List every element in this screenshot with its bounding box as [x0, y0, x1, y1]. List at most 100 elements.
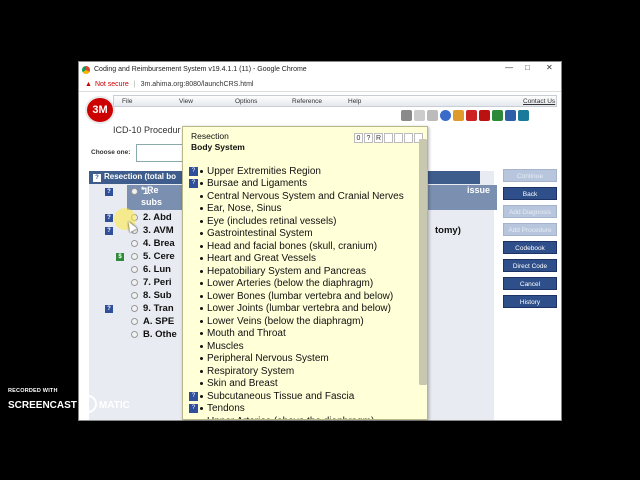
- url-text[interactable]: 3m.ahima.org:8080/launchCRS.html: [141, 81, 254, 88]
- choose-input[interactable]: [136, 144, 184, 162]
- option-row[interactable]: ? 9. Tran: [105, 302, 174, 315]
- radio-button[interactable]: [131, 188, 138, 195]
- body-system-label: Central Nervous System and Cranial Nerve…: [207, 190, 404, 202]
- menu-reference[interactable]: Reference: [292, 98, 322, 105]
- note-icon[interactable]: [453, 110, 464, 121]
- body-system-item[interactable]: ? Tendons: [189, 403, 423, 416]
- body-system-item[interactable]: Heart and Great Vessels: [189, 253, 423, 266]
- help-icon[interactable]: ?: [105, 304, 113, 313]
- radio-button[interactable]: [131, 279, 138, 286]
- user-icon[interactable]: [427, 110, 438, 121]
- action-buttons: Continue Back Add Diagnosis Add Procedur…: [503, 169, 559, 313]
- body-system-item[interactable]: Central Nervous System and Cranial Nerve…: [189, 190, 423, 203]
- menu-help[interactable]: Help: [348, 98, 361, 105]
- help-icon[interactable]: ?: [189, 404, 198, 414]
- restore-button[interactable]: □: [525, 63, 530, 72]
- minimize-button[interactable]: —: [505, 63, 513, 72]
- option-row[interactable]: ? 1.: [105, 185, 151, 198]
- tool-icon[interactable]: [414, 110, 425, 121]
- body-system-item[interactable]: Ear, Nose, Sinus: [189, 203, 423, 216]
- body-system-item[interactable]: Muscles: [189, 340, 423, 353]
- menu-view[interactable]: View: [179, 98, 193, 105]
- option-row[interactable]: $ 5. Cere: [105, 250, 175, 263]
- body-system-label: Muscles: [207, 340, 244, 352]
- blank-button[interactable]: [404, 133, 413, 143]
- help-icon[interactable]: ?: [105, 187, 113, 196]
- bullet-icon: [200, 382, 203, 386]
- help-icon[interactable]: ?: [105, 213, 113, 222]
- security-label: Not secure: [94, 80, 129, 88]
- popup-scrollbar[interactable]: [419, 139, 427, 385]
- body-system-item[interactable]: ? Subcutaneous Tissue and Fascia: [189, 390, 423, 403]
- section-title: Resection (total bo: [104, 172, 177, 181]
- body-system-item[interactable]: Respiratory System: [189, 365, 423, 378]
- dollar-icon[interactable]: $: [116, 252, 124, 261]
- bullet-icon: [200, 369, 203, 373]
- contact-us-link[interactable]: Contact Us: [523, 98, 555, 105]
- body-system-item[interactable]: Eye (includes retinal vessels): [189, 215, 423, 228]
- radio-button[interactable]: [131, 331, 138, 338]
- body-system-list: ? Upper Extremities Region? Bursae and Lig…: [189, 165, 423, 419]
- zero-button[interactable]: 0: [354, 133, 363, 143]
- menu-file[interactable]: File: [122, 98, 132, 105]
- body-system-item[interactable]: Peripheral Nervous System: [189, 353, 423, 366]
- radio-button[interactable]: [131, 240, 138, 247]
- body-system-label: Mouth and Throat: [207, 328, 286, 340]
- menu-options[interactable]: Options: [235, 98, 257, 105]
- body-system-item[interactable]: Skin and Breast: [189, 378, 423, 391]
- radio-button[interactable]: [131, 253, 138, 260]
- body-system-label: Skin and Breast: [207, 378, 278, 390]
- body-system-item[interactable]: Hepatobiliary System and Pancreas: [189, 265, 423, 278]
- blank-button[interactable]: [394, 133, 403, 143]
- book-teal-icon[interactable]: [518, 110, 529, 121]
- watermark-recorded: RECORDED WITH: [8, 388, 58, 394]
- help-icon[interactable]: ?: [189, 391, 198, 401]
- radio-button[interactable]: [131, 318, 138, 325]
- print-icon[interactable]: [401, 110, 412, 121]
- book-blue-icon[interactable]: [505, 110, 516, 121]
- body-system-item[interactable]: Gastrointestinal System: [189, 228, 423, 241]
- bullet-icon: [200, 207, 203, 211]
- section-header-right: [424, 171, 480, 184]
- body-system-item[interactable]: Lower Veins (below the diaphragm): [189, 315, 423, 328]
- close-button[interactable]: ✕: [546, 63, 553, 72]
- body-system-item[interactable]: Mouth and Throat: [189, 328, 423, 341]
- help-icon[interactable]: ?: [189, 166, 198, 176]
- address-bar[interactable]: ▲ Not secure | 3m.ahima.org:8080/launchC…: [79, 77, 561, 92]
- body-system-item[interactable]: ? Bursae and Ligaments: [189, 178, 423, 191]
- cancel-button[interactable]: Cancel: [503, 277, 557, 290]
- r-button[interactable]: R: [374, 133, 383, 143]
- radio-button[interactable]: [131, 292, 138, 299]
- direct-code-button[interactable]: Direct Code: [503, 259, 557, 272]
- help-icon[interactable]: ?: [189, 179, 198, 189]
- scrollbar-thumb[interactable]: [419, 139, 427, 385]
- add-procedure-button[interactable]: Add Procedure: [503, 223, 557, 236]
- desktop-background-right: [562, 0, 640, 480]
- continue-button[interactable]: Continue: [503, 169, 557, 182]
- history-button[interactable]: History: [503, 295, 557, 308]
- back-button[interactable]: Back: [503, 187, 557, 200]
- screencast-watermark: RECORDED WITH SCREENCAST MATIC: [8, 388, 130, 414]
- window-title: Coding and Reimbursement System v19.4.1.…: [94, 66, 307, 73]
- bullet-icon: [200, 307, 203, 311]
- body-system-item[interactable]: Lower Arteries (below the diaphragm): [189, 278, 423, 291]
- help-icon[interactable]: ?: [93, 174, 101, 182]
- book-maroon-icon[interactable]: [479, 110, 490, 121]
- help-button[interactable]: ?: [364, 133, 373, 143]
- body-system-item[interactable]: Lower Joints (lumbar vertebra and below): [189, 303, 423, 316]
- row-1-sub: subs: [141, 197, 163, 207]
- help-icon[interactable]: ?: [105, 226, 113, 235]
- radio-button[interactable]: [131, 305, 138, 312]
- body-system-item[interactable]: ? Upper Extremities Region: [189, 165, 423, 178]
- codebook-button[interactable]: Codebook: [503, 241, 557, 254]
- 3m-logo: 3M: [85, 96, 115, 124]
- blank-button[interactable]: [384, 133, 393, 143]
- book-red-icon[interactable]: [466, 110, 477, 121]
- body-system-item[interactable]: Lower Bones (lumbar vertebra and below): [189, 290, 423, 303]
- add-diagnosis-button[interactable]: Add Diagnosis: [503, 205, 557, 218]
- body-system-item[interactable]: Head and facial bones (skull, cranium): [189, 240, 423, 253]
- help-icon[interactable]: [440, 110, 451, 121]
- radio-button[interactable]: [131, 266, 138, 273]
- book-green-icon[interactable]: [492, 110, 503, 121]
- body-system-item[interactable]: Upper Arteries (above the diaphragm): [189, 415, 423, 419]
